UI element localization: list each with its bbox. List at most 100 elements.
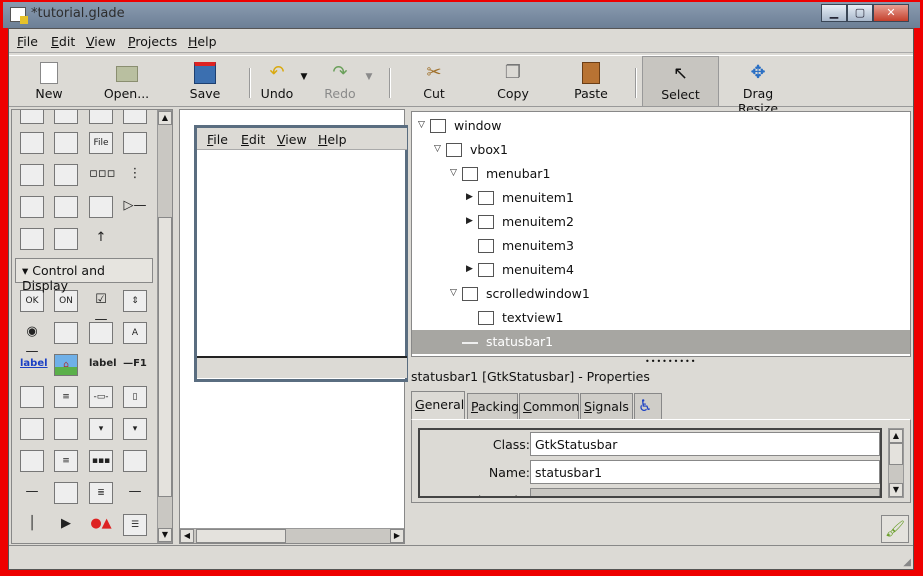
spin-button-icon[interactable]: ⇕ — [123, 290, 147, 312]
viewport-icon[interactable] — [20, 228, 44, 250]
file-chooser-button-icon[interactable] — [54, 322, 78, 344]
text-view-icon[interactable]: ≡ — [54, 386, 78, 408]
fixed-icon[interactable] — [54, 132, 78, 154]
vpaned-icon[interactable] — [54, 164, 78, 186]
drawing-area-icon[interactable]: ●▲ — [89, 514, 113, 536]
check-button-icon[interactable]: ☑— — [89, 290, 113, 327]
expander-open-icon[interactable]: ▽ — [450, 288, 457, 298]
expander-icon[interactable]: ▷— — [123, 196, 147, 218]
menu-edit[interactable]: Edit — [51, 34, 75, 49]
save-button[interactable]: Save — [187, 56, 223, 107]
scrollbar-thumb[interactable] — [889, 443, 903, 465]
widget-tree[interactable]: ▽ window ▽ vbox1 ▽ menubar1 ▶ menuitem1 ▶ menuite… — [411, 111, 911, 357]
property-value[interactable]: GtkStatusbar — [530, 432, 880, 456]
scrolled-window-icon[interactable] — [54, 228, 78, 250]
close-button[interactable]: ✕ — [873, 4, 909, 22]
scrollbar-thumb[interactable] — [158, 217, 172, 497]
resize-grip-icon[interactable]: ◢ — [903, 557, 911, 568]
expander-open-icon[interactable]: ▽ — [434, 144, 441, 154]
calendar-icon[interactable] — [54, 482, 78, 504]
alignment-arrow-icon[interactable]: ↑ — [89, 228, 113, 250]
canvas-horizontal-scrollbar[interactable]: ◀ ▶ — [180, 528, 404, 543]
color-button-icon[interactable] — [89, 322, 113, 344]
button-icon[interactable]: OK — [20, 290, 44, 312]
palette-section-control-and-display[interactable]: ▾ Control and Display — [15, 258, 153, 293]
scroll-left-icon[interactable]: ◀ — [180, 529, 194, 543]
menu-projects[interactable]: Projects — [128, 34, 177, 49]
layout-icon[interactable] — [20, 196, 44, 218]
scroll-up-icon[interactable]: ▲ — [158, 111, 172, 125]
entry-icon[interactable] — [20, 386, 44, 408]
tree-row[interactable]: ▶ menuitem1 — [412, 186, 910, 210]
expander-closed-icon[interactable]: ▶ — [466, 192, 473, 202]
expander-closed-icon[interactable]: ▶ — [466, 216, 473, 226]
tree-row[interactable]: ▽ vbox1 — [412, 138, 910, 162]
link-button-icon[interactable]: label — [20, 354, 48, 376]
image-icon[interactable]: ⌂ — [54, 354, 78, 376]
minimize-button[interactable]: ▁ — [821, 4, 847, 22]
tab-general[interactable]: General — [411, 391, 465, 420]
scroll-down-icon[interactable]: ▼ — [158, 528, 172, 542]
tree-row[interactable]: ▽ window — [412, 114, 910, 138]
properties-scrollbar[interactable]: ▲ ▼ — [888, 428, 904, 498]
redo-button[interactable]: ↷ Redo — [321, 56, 359, 107]
pane-resize-handle[interactable]: ••••••••• — [645, 357, 696, 366]
table-dots-icon[interactable] — [54, 196, 78, 218]
scroll-down-icon[interactable]: ▼ — [889, 483, 903, 497]
tab-common[interactable]: Common — [519, 393, 579, 419]
tree-row[interactable]: menuitem3 — [412, 234, 910, 258]
window-preview[interactable]: File Edit View Help — [194, 125, 408, 382]
vscale-icon[interactable]: ▯ — [123, 386, 147, 408]
hseparator-icon[interactable]: — — [20, 482, 44, 504]
tree-row[interactable]: ▽ menubar1 — [412, 162, 910, 186]
toggle-button-icon[interactable]: ON — [54, 290, 78, 312]
accel-label-icon[interactable]: —F1 — [123, 354, 147, 376]
property-value[interactable]: Yes — [530, 488, 880, 496]
preview-statusbar[interactable] — [197, 356, 407, 378]
tree-row[interactable]: ▶ menuitem4 — [412, 258, 910, 282]
open-button[interactable]: Open... — [99, 56, 154, 107]
window-icon[interactable] — [20, 132, 44, 154]
hpaned-icon[interactable] — [20, 164, 44, 186]
maximize-button[interactable]: ▢ — [847, 4, 873, 22]
label-icon[interactable]: label — [89, 354, 117, 376]
title-bar[interactable]: *tutorial.glade ▁ ▢ ✕ — [3, 2, 920, 28]
tree-view-icon[interactable]: ≡ — [54, 450, 78, 472]
combo-entry-icon[interactable]: ▾ — [123, 418, 147, 440]
alignment-icon[interactable] — [89, 196, 113, 218]
preview-menu-file[interactable]: File — [207, 132, 228, 147]
notebook-icon[interactable] — [123, 132, 147, 154]
table-icon[interactable] — [20, 110, 44, 124]
list-icon[interactable]: ☰ — [123, 514, 147, 536]
new-button[interactable]: New — [29, 56, 69, 107]
button-box-icon[interactable]: ▫▫▫ — [89, 164, 115, 186]
icon-view-icon[interactable]: ▪▪▪ — [89, 450, 113, 472]
paste-button[interactable]: Paste — [571, 56, 611, 107]
copy-button[interactable]: ❐ Copy — [493, 56, 533, 107]
arrow-icon[interactable]: ▶ — [54, 514, 78, 536]
menubar-icon[interactable]: File — [89, 132, 113, 154]
statusbar-panel-icon[interactable] — [123, 450, 147, 472]
scrollbar-thumb[interactable] — [196, 529, 286, 543]
vbutton-box-icon[interactable]: ⋮ — [123, 164, 147, 186]
grid-icon[interactable] — [89, 110, 113, 124]
menu-file[interactable]: File — [17, 34, 38, 49]
menu-view[interactable]: View — [86, 34, 116, 49]
progress-bar-icon[interactable] — [20, 450, 44, 472]
palette-scrollbar[interactable]: ▲ ▼ — [157, 110, 172, 543]
preview-menu-help[interactable]: Help — [318, 132, 347, 147]
ruler-icon[interactable]: ≣ — [89, 482, 113, 504]
cut-button[interactable]: ✂ Cut — [417, 56, 451, 107]
menu-help[interactable]: Help — [188, 34, 217, 49]
scroll-up-icon[interactable]: ▲ — [889, 429, 903, 443]
vseparator-icon[interactable]: │ — [20, 514, 44, 536]
expander-closed-icon[interactable]: ▶ — [466, 264, 473, 274]
hscale-icon[interactable]: -▭- — [89, 386, 113, 408]
hbox-icon[interactable] — [54, 110, 78, 124]
tab-accessibility[interactable]: ♿ — [634, 393, 662, 419]
expander-open-icon[interactable]: ▽ — [450, 168, 457, 178]
hscrollbar-icon[interactable] — [20, 418, 44, 440]
tree-row[interactable]: ▶ menuitem2 — [412, 210, 910, 234]
tab-packing[interactable]: Packing — [467, 393, 519, 419]
toolbar-icon[interactable] — [123, 110, 147, 124]
